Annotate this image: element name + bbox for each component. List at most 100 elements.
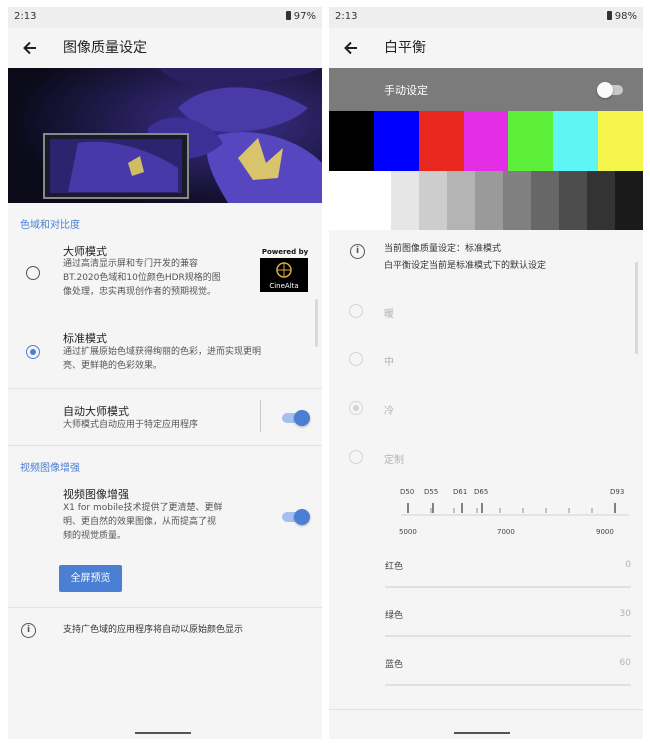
- neutral-radio[interactable]: [349, 352, 363, 366]
- marker-d55: D55: [424, 488, 439, 496]
- gray-bar: [329, 171, 391, 230]
- cinealta-badge: Powered by CineAlta: [260, 248, 310, 292]
- current-setting-info: 当前图像质量设定：标准模式 白平衡设定当前是标准模式下的默认设定: [384, 241, 546, 275]
- cinealta-text: CineAlta: [269, 282, 299, 290]
- gray-bar: [446, 171, 475, 230]
- blue-slider-track[interactable]: [385, 684, 631, 686]
- tick-5000: 5000: [399, 528, 417, 536]
- temperature-ruler: [401, 503, 629, 516]
- status-time: 2:13: [14, 11, 37, 22]
- back-arrow-icon[interactable]: [20, 38, 40, 58]
- battery-level: 97%: [293, 11, 316, 22]
- desc-line: 通过高清显示屏和专门开发的兼容: [63, 259, 199, 269]
- cool-radio[interactable]: [349, 401, 363, 415]
- fullscreen-preview-button[interactable]: 全屏预览: [59, 565, 122, 592]
- desc-line: 明、更自然的效果图像，从而提高了视: [63, 517, 217, 527]
- green-label: 绿色: [385, 611, 404, 621]
- cool-label: 冷: [384, 406, 394, 417]
- right-phone-screen: 2:13 98% 白平衡 手动设定 i 当前图像质量设定：标准模式 白平衡设定当…: [329, 7, 643, 739]
- battery-indicator: 98%: [606, 11, 637, 22]
- desc-line: BT.2020色域和10位颜色HDR规格的图: [63, 273, 221, 283]
- divider: [329, 709, 643, 710]
- color-bar: [598, 111, 643, 171]
- warm-label: 暖: [384, 309, 394, 320]
- info-icon: i: [350, 244, 365, 259]
- blue-label: 蓝色: [385, 660, 404, 670]
- back-arrow-icon[interactable]: [341, 38, 361, 58]
- cinealta-logo: CineAlta: [260, 258, 308, 292]
- status-bar: 2:13 98%: [329, 7, 643, 28]
- manual-setting-bar[interactable]: 手动设定: [329, 68, 643, 111]
- manual-setting-label: 手动设定: [384, 84, 428, 97]
- left-phone-screen: 2:13 97% 图像质量设定 色域和对比度 大师模式 通过高清显示屏和专门开发…: [8, 7, 322, 739]
- gray-bars-pattern: [329, 171, 643, 230]
- green-value: 30: [619, 609, 631, 619]
- desc-line: 通过扩展原始色域获得绚丽的色彩，进而实现更明: [63, 347, 262, 357]
- video-enhance-title: 视频图像增强: [63, 488, 129, 501]
- scrollbar[interactable]: [315, 299, 318, 347]
- red-value: 0: [625, 560, 631, 570]
- manual-setting-toggle[interactable]: [597, 82, 623, 98]
- master-mode-radio[interactable]: [26, 266, 40, 280]
- tick-7000: 7000: [497, 528, 515, 536]
- tick-9000: 9000: [596, 528, 614, 536]
- flower-artwork: [8, 68, 322, 203]
- color-bar: [463, 111, 509, 171]
- standard-mode-radio[interactable]: [26, 345, 40, 359]
- divider: [8, 388, 322, 389]
- red-label: 红色: [385, 562, 404, 572]
- info-line: 白平衡设定当前是标准模式下的默认设定: [384, 261, 547, 271]
- vertical-divider: [260, 400, 261, 432]
- custom-radio[interactable]: [349, 450, 363, 464]
- custom-label: 定制: [384, 455, 404, 466]
- desc-line: X1 for mobile技术提供了更清楚、更鲜: [63, 503, 223, 513]
- gray-bar: [530, 171, 559, 230]
- gray-bar: [418, 171, 447, 230]
- battery-icon: [285, 11, 291, 20]
- red-slider-track[interactable]: [385, 586, 631, 588]
- divider: [8, 607, 322, 608]
- warm-radio[interactable]: [349, 304, 363, 318]
- footer-info-text: 支持广色域的应用程序将自动以原始颜色显示: [63, 625, 244, 635]
- battery-level: 98%: [614, 11, 637, 22]
- cinealta-emblem-icon: [276, 262, 292, 278]
- app-bar: 图像质量设定: [8, 28, 322, 68]
- neutral-label: 中: [384, 357, 394, 368]
- battery-icon: [606, 11, 612, 20]
- desc-line: 亮、更鲜艳的色彩效果。: [63, 361, 163, 371]
- section-header-video: 视频图像增强: [20, 463, 80, 474]
- color-bar: [553, 111, 599, 171]
- home-indicator[interactable]: [135, 732, 191, 734]
- status-time: 2:13: [335, 11, 358, 22]
- scrollbar[interactable]: [635, 262, 638, 354]
- green-slider-track[interactable]: [385, 635, 631, 637]
- gray-bar: [502, 171, 531, 230]
- color-bar: [329, 111, 374, 171]
- powered-by-text: Powered by: [261, 248, 309, 256]
- auto-master-title: 自动大师模式: [63, 405, 129, 418]
- video-enhance-description: X1 for mobile技术提供了更清楚、更鲜 明、更自然的效果图像，从而提高…: [63, 501, 263, 543]
- info-icon: i: [21, 623, 36, 638]
- video-enhance-toggle[interactable]: [282, 509, 310, 525]
- info-line: 当前图像质量设定：标准模式: [384, 244, 502, 254]
- master-mode-description: 通过高清显示屏和专门开发的兼容 BT.2020色域和10位颜色HDR规格的图 像…: [63, 257, 258, 299]
- auto-master-description: 大师模式自动应用于特定应用程序: [63, 420, 199, 430]
- color-bar: [373, 111, 419, 171]
- marker-d61: D61: [453, 488, 468, 496]
- gray-bar: [558, 171, 587, 230]
- gray-bar: [474, 171, 503, 230]
- gray-bar: [390, 171, 419, 230]
- page-title: 图像质量设定: [63, 40, 147, 56]
- home-indicator[interactable]: [454, 732, 510, 734]
- app-bar: 白平衡: [329, 28, 643, 68]
- hero-image: [8, 68, 322, 203]
- gray-bar: [614, 171, 643, 230]
- blue-value: 60: [619, 658, 631, 668]
- marker-d93: D93: [610, 488, 625, 496]
- section-header-gamut: 色域和对比度: [20, 220, 80, 231]
- color-bar: [418, 111, 464, 171]
- desc-line: 频的视觉质量。: [63, 531, 127, 541]
- standard-mode-description: 通过扩展原始色域获得绚丽的色彩，进而实现更明 亮、更鲜艳的色彩效果。: [63, 345, 308, 373]
- auto-master-toggle[interactable]: [282, 410, 310, 426]
- standard-mode-title: 标准模式: [63, 332, 107, 345]
